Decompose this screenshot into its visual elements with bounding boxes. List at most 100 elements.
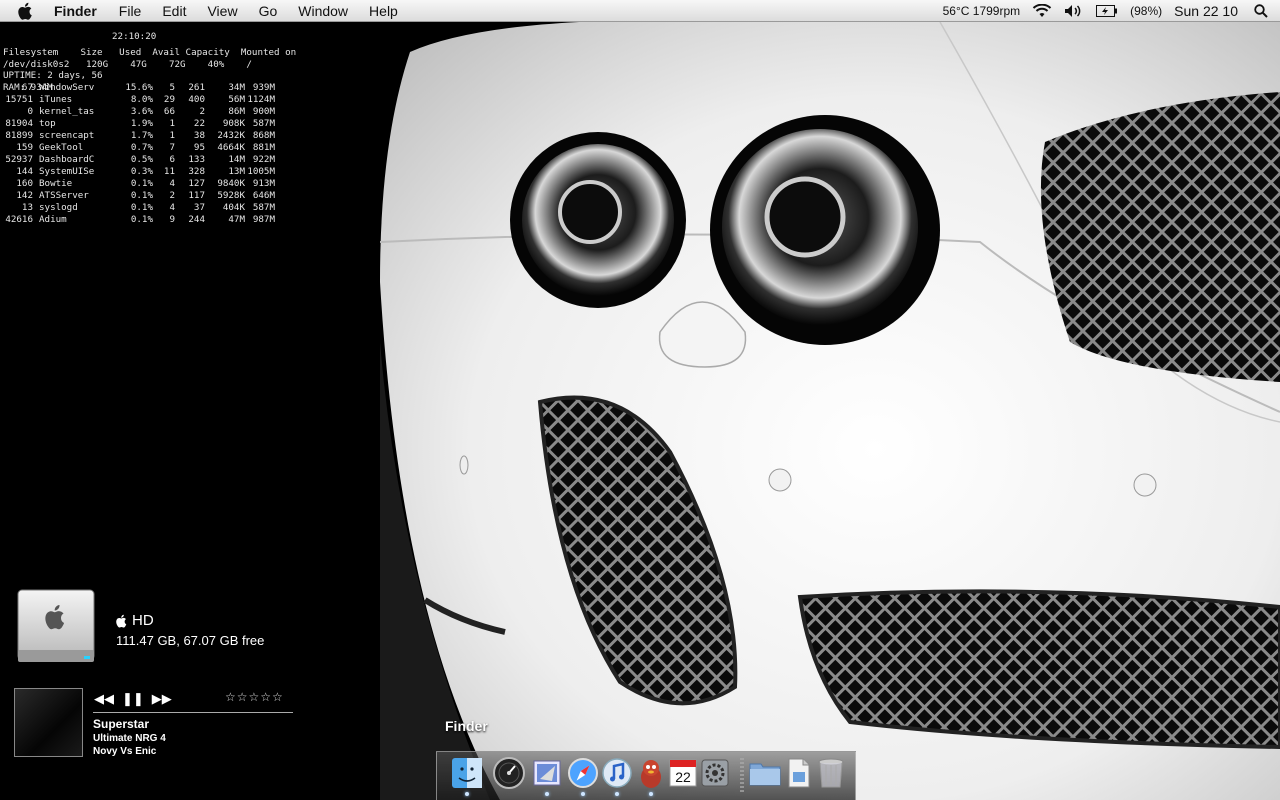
process-cell: 117 <box>188 190 205 201</box>
geektool-time: 22:10:20 <box>112 31 157 42</box>
menu-window[interactable]: Window <box>298 3 348 19</box>
process-row: 42616 Adium 0.1% 9 244 47M 987M <box>3 214 275 226</box>
adium-duck-icon <box>641 760 661 788</box>
process-cell: top <box>39 118 56 129</box>
spotlight-search-icon[interactable] <box>1254 4 1268 18</box>
process-cell: 15.6% <box>125 82 153 93</box>
status-area: 56°C 1799rpm (98%) Sun 22 10 <box>943 0 1280 22</box>
dock-applications-folder[interactable] <box>749 756 781 790</box>
hd-name-label: HD <box>116 612 154 629</box>
process-cell: 42616 <box>5 214 33 225</box>
process-row: 0 kernel_tas 3.6% 66 2 86M 900M <box>3 106 275 118</box>
process-row: 15751 iTunes 8.0% 29 400 56M 1124M <box>3 94 275 106</box>
itunes-icon <box>602 758 632 788</box>
menu-view[interactable]: View <box>207 3 237 19</box>
dock-mail[interactable] <box>531 756 563 796</box>
hd-name-text: HD <box>132 612 154 629</box>
menu-edit[interactable]: Edit <box>162 3 186 19</box>
process-cell: SystemUISe <box>39 166 95 177</box>
process-cell: 159 <box>5 142 33 153</box>
process-cell: 9840K <box>217 178 245 189</box>
process-cell: 1005M <box>247 166 275 177</box>
process-cell: 922M <box>252 154 275 165</box>
hd-size-text: 111.47 GB, 67.07 GB free <box>116 633 265 648</box>
battery-percent[interactable]: (98%) <box>1130 4 1162 18</box>
folder-icon <box>749 763 781 786</box>
process-cell: 1124M <box>247 94 275 105</box>
apple-menu-icon[interactable] <box>18 1 38 21</box>
process-cell: 0 <box>5 106 33 117</box>
process-cell: syslogd <box>39 202 78 213</box>
process-cell: 4 <box>163 202 175 213</box>
process-cell: 244 <box>188 214 205 225</box>
artist-name: Novy Vs Enic <box>93 746 157 757</box>
dock-finder[interactable] <box>451 756 483 796</box>
dock-dashboard[interactable] <box>493 756 525 790</box>
process-cell: 86M <box>228 106 245 117</box>
mail-icon <box>533 760 561 786</box>
df-header: Filesystem Size Used Avail Capacity Moun… <box>3 47 297 58</box>
process-cell: 0.5% <box>130 154 153 165</box>
uptime-text: UPTIME: 2 days, 56 <box>3 70 103 81</box>
dock-safari[interactable] <box>567 756 599 796</box>
process-cell: 4664K <box>217 142 245 153</box>
system-preferences-icon <box>701 759 729 787</box>
process-row: 159 GeekTool 0.7% 7 95 4664K 881M <box>3 142 275 154</box>
process-cell: iTunes <box>39 94 73 105</box>
process-cell: GeekTool <box>39 142 84 153</box>
process-cell: 2 <box>163 190 175 201</box>
process-cell: 13M <box>228 166 245 177</box>
process-cell: 81899 <box>5 130 33 141</box>
now-playing-widget: ◀◀ ❚❚ ▶▶ ☆☆☆☆☆ Superstar Ultimate NRG 4 … <box>14 688 299 760</box>
dock-adium[interactable] <box>635 756 667 796</box>
temp-fan-status[interactable]: 56°C 1799rpm <box>943 4 1021 18</box>
previous-track-button[interactable]: ◀◀ <box>94 691 114 707</box>
menubar-clock[interactable]: Sun 22 10 <box>1174 3 1238 19</box>
process-cell: 22 <box>193 118 205 129</box>
process-cell: 900M <box>252 106 275 117</box>
process-cell: 13 <box>5 202 33 213</box>
process-cell: DashboardC <box>39 154 95 165</box>
document-icon <box>788 758 810 788</box>
menu-help[interactable]: Help <box>369 3 398 19</box>
process-cell: Bowtie <box>39 178 73 189</box>
menu-app-finder[interactable]: Finder <box>54 3 97 19</box>
album-artwork[interactable] <box>14 688 83 757</box>
calendar-day: 22 <box>675 769 691 785</box>
next-track-button[interactable]: ▶▶ <box>152 691 172 707</box>
process-cell: 47M <box>228 214 245 225</box>
process-cell: 0.7% <box>130 142 153 153</box>
wifi-icon[interactable] <box>1032 4 1052 18</box>
process-row: 52937 DashboardC 0.5% 6 133 14M 922M <box>3 154 275 166</box>
desktop-wallpaper <box>380 22 1280 800</box>
pause-button[interactable]: ❚❚ <box>122 691 144 707</box>
process-cell: 34M <box>228 82 245 93</box>
hard-drive-icon[interactable] <box>14 588 98 666</box>
process-cell: 144 <box>5 166 33 177</box>
geektool-process-list: 67 WindowServ 15.6% 5 261 34M 939M 15751 iTunes… <box>3 82 275 226</box>
process-cell: Adium <box>39 214 67 225</box>
dock-itunes[interactable] <box>601 756 633 796</box>
process-cell: 95 <box>193 142 205 153</box>
process-cell: 0.1% <box>130 190 153 201</box>
process-cell: 127 <box>188 178 205 189</box>
safari-icon <box>568 758 598 788</box>
process-cell: 0.1% <box>130 214 153 225</box>
volume-icon[interactable] <box>1064 4 1084 18</box>
process-cell: ATSServer <box>39 190 89 201</box>
running-indicator <box>615 792 619 796</box>
dock-ical[interactable]: 22 <box>667 756 699 790</box>
process-cell: 11 <box>163 166 175 177</box>
dock-trash[interactable] <box>815 756 847 790</box>
dock-documents-stack[interactable] <box>783 756 815 790</box>
dock-system-preferences[interactable] <box>699 756 731 790</box>
process-cell: 29 <box>163 94 175 105</box>
finder-icon <box>452 758 482 788</box>
menu-file[interactable]: File <box>119 3 142 19</box>
process-cell: 5 <box>163 82 175 93</box>
rating-stars[interactable]: ☆☆☆☆☆ <box>225 690 284 704</box>
process-cell: 133 <box>188 154 205 165</box>
process-cell: 9 <box>163 214 175 225</box>
menu-go[interactable]: Go <box>259 3 278 19</box>
battery-icon[interactable] <box>1096 5 1118 17</box>
